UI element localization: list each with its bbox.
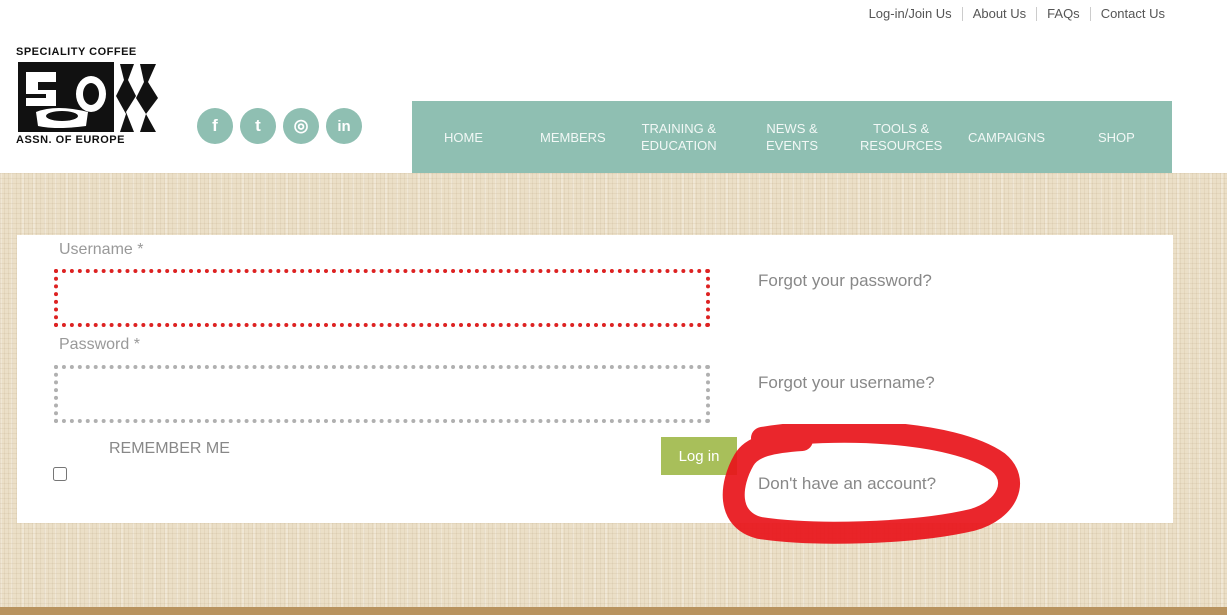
nav-members[interactable]: MEMBERS (540, 129, 606, 146)
nav-label: TOOLS & (873, 121, 930, 136)
linkedin-icon[interactable]: in (326, 108, 362, 144)
nav-home[interactable]: HOME (444, 129, 483, 146)
site-logo[interactable]: SPECIALITY COFFEE ASSN. OF EUROPE (16, 46, 164, 150)
nav-label: EDUCATION (641, 138, 717, 153)
nav-label: TRAINING & (641, 121, 716, 136)
remember-me-checkbox[interactable] (53, 467, 67, 481)
forgot-username-link[interactable]: Forgot your username? (758, 373, 935, 393)
top-links: Log-in/Join Us About Us FAQs Contact Us (859, 6, 1175, 21)
nav-training-education[interactable]: TRAINING & EDUCATION (641, 120, 717, 154)
password-input[interactable] (54, 365, 710, 423)
remember-me-label: REMEMBER ME (109, 440, 230, 457)
contact-link[interactable]: Contact Us (1091, 6, 1175, 21)
nav-label: RESOURCES (860, 138, 943, 153)
no-account-link[interactable]: Don't have an account? (758, 474, 936, 494)
social-links: f t ◎ in (197, 108, 362, 144)
username-input[interactable] (54, 269, 710, 327)
username-label: Username * (59, 241, 144, 258)
faqs-link[interactable]: FAQs (1037, 6, 1090, 21)
nav-label: EVENTS (766, 138, 819, 153)
nav-news-events[interactable]: NEWS & EVENTS (766, 120, 818, 154)
password-label: Password * (59, 336, 140, 353)
nav-tools-resources[interactable]: TOOLS & RESOURCES (860, 120, 942, 154)
logo-mark-icon (18, 62, 158, 132)
instagram-icon[interactable]: ◎ (283, 108, 319, 144)
login-join-link[interactable]: Log-in/Join Us (859, 6, 962, 21)
login-button[interactable]: Log in (661, 437, 737, 475)
twitter-icon[interactable]: t (240, 108, 276, 144)
about-link[interactable]: About Us (963, 6, 1036, 21)
login-panel: Username * Password * REMEMBER ME Log in… (17, 235, 1173, 523)
footer-strip (0, 607, 1227, 615)
facebook-icon[interactable]: f (197, 108, 233, 144)
logo-top-text: SPECIALITY COFFEE (16, 46, 137, 58)
logo-bottom-text: ASSN. OF EUROPE (16, 134, 125, 146)
nav-campaigns[interactable]: CAMPAIGNS (968, 129, 1045, 146)
forgot-password-link[interactable]: Forgot your password? (758, 271, 932, 291)
nav-label: NEWS & (766, 121, 818, 136)
main-nav: HOME MEMBERS TRAINING & EDUCATION NEWS &… (412, 101, 1172, 173)
nav-shop[interactable]: SHOP (1098, 129, 1135, 146)
